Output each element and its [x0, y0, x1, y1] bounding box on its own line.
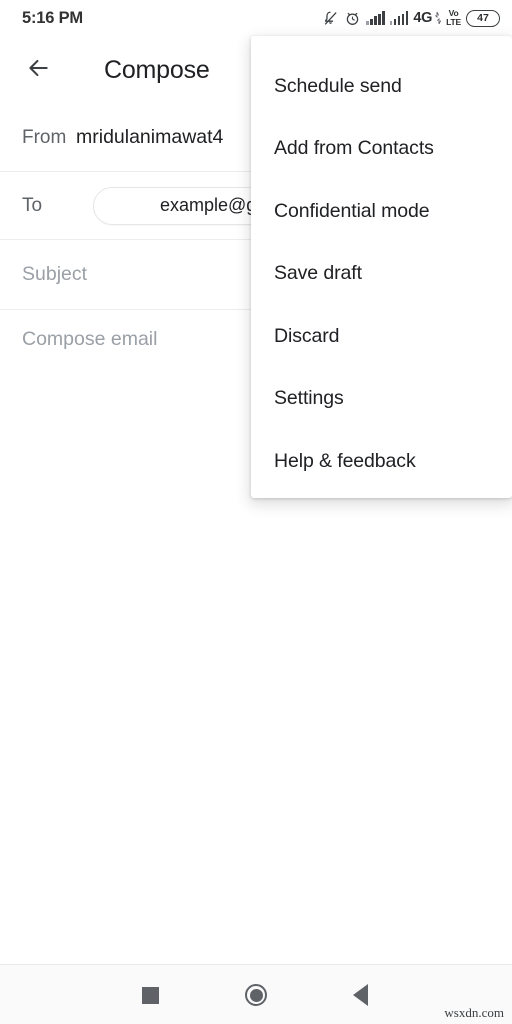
watermark: wsxdn.com: [444, 1005, 504, 1020]
from-value[interactable]: mridulanimawat4: [76, 126, 223, 149]
menu-item-schedule-send[interactable]: Schedule send: [251, 55, 512, 118]
back-button[interactable]: [10, 42, 66, 98]
recents-button[interactable]: [110, 965, 190, 1024]
body-input[interactable]: Compose email: [0, 310, 157, 351]
system-navigation-bar: [0, 964, 512, 1024]
triangle-back-icon: [352, 984, 368, 1006]
menu-item-help-and-feedback[interactable]: Help & feedback: [251, 430, 512, 493]
page-title: Compose: [104, 55, 210, 84]
battery-indicator: 47: [466, 9, 500, 27]
overflow-menu: Schedule send Add from Contacts Confiden…: [251, 36, 512, 498]
system-back-button[interactable]: [320, 965, 400, 1024]
status-bar-icons: 4G Vo LTE 47: [322, 7, 500, 29]
status-bar-clock: 5:16 PM: [22, 8, 83, 27]
data-activity-icon: [435, 12, 442, 24]
subject-input[interactable]: Subject: [0, 263, 87, 286]
phone-screen: 5:16 PM 4G Vo LTE 47 Compose From mridul…: [0, 0, 512, 1024]
volte-bottom-label: LTE: [446, 17, 461, 27]
battery-level-label: 47: [477, 12, 489, 24]
home-button[interactable]: [216, 965, 296, 1024]
arrow-back-icon: [25, 55, 51, 86]
bell-muted-icon: [322, 10, 339, 27]
to-label: To: [22, 194, 43, 216]
square-recents-icon: [141, 986, 159, 1004]
alarm-clock-icon: [344, 10, 361, 27]
from-label: From: [22, 126, 67, 148]
volte-indicator: Vo LTE: [446, 9, 461, 27]
signal-bars-icon: [366, 11, 385, 25]
menu-item-confidential-mode[interactable]: Confidential mode: [251, 180, 512, 243]
circle-home-icon: [245, 984, 267, 1006]
menu-item-save-draft[interactable]: Save draft: [251, 243, 512, 306]
network-type-label: 4G: [413, 10, 433, 26]
menu-item-settings[interactable]: Settings: [251, 368, 512, 431]
menu-item-add-from-contacts[interactable]: Add from Contacts: [251, 118, 512, 181]
signal-bars-icon: [389, 11, 409, 25]
status-bar: 5:16 PM 4G Vo LTE 47: [0, 0, 512, 36]
menu-item-discard[interactable]: Discard: [251, 305, 512, 368]
